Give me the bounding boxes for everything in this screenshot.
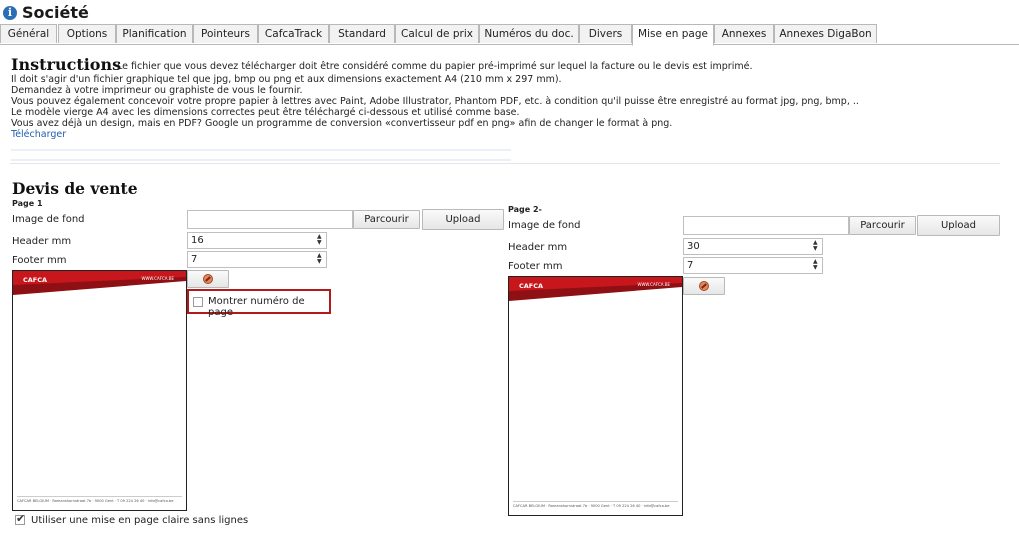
letterhead-footer-rule xyxy=(513,501,678,502)
section-title: Devis de vente xyxy=(12,179,138,198)
tab-bar: Général Options Planification Pointeurs … xyxy=(0,24,1019,46)
page2-header-stepper[interactable]: 30 ▲ ▼ xyxy=(683,238,823,255)
letterhead-url: WWW.CAFCA.BE xyxy=(637,282,670,287)
tab-planification[interactable]: Planification xyxy=(116,24,193,43)
download-link[interactable]: Télécharger xyxy=(11,129,66,140)
instructions-line: Vous pouvez également concevoir votre pr… xyxy=(11,96,859,107)
instructions-line: Il doit s'agir d'un fichier graphique te… xyxy=(11,74,562,85)
page1-browse-button[interactable]: Parcourir xyxy=(353,210,420,229)
letterhead-logo: CAFCA xyxy=(519,282,544,290)
page1-footer-value: 7 xyxy=(191,254,198,265)
divider xyxy=(10,163,1000,164)
page2-browse-button[interactable]: Parcourir xyxy=(849,216,916,235)
page2-background-input[interactable] xyxy=(683,216,849,235)
instructions-line: Demandez à votre imprimeur ou graphiste … xyxy=(11,85,303,96)
tab-cafcatrack[interactable]: CafcaTrack xyxy=(258,24,329,43)
page2-footer-value: 7 xyxy=(687,260,694,271)
no-entry-icon xyxy=(699,281,709,291)
spinner-arrows-icon[interactable]: ▲ ▼ xyxy=(317,234,324,246)
page-title: Société xyxy=(22,3,89,22)
tab-divers[interactable]: Divers xyxy=(579,24,632,43)
page1-background-label: Image de fond xyxy=(12,214,85,225)
show-page-number-checkbox[interactable] xyxy=(193,297,203,307)
page1-header-label: Header mm xyxy=(12,236,72,247)
page1-upload-button[interactable]: Upload xyxy=(422,209,504,230)
letterhead-logo: CAFCA xyxy=(23,276,48,284)
info-icon: i xyxy=(3,6,17,20)
page2-footer-stepper[interactable]: 7 ▲ ▼ xyxy=(683,257,823,274)
light-layout-label: Utiliser une mise en page claire sans li… xyxy=(31,515,249,526)
tab-numeros-du-doc[interactable]: Numéros du doc. xyxy=(479,24,579,43)
checkmark-icon: ✔ xyxy=(16,512,26,525)
page1-header-value: 16 xyxy=(191,235,204,246)
tab-options[interactable]: Options xyxy=(58,24,116,43)
no-entry-icon xyxy=(203,274,213,284)
ghost-text-overlay xyxy=(11,143,511,169)
instructions-line: Le modèle vierge A4 avec les dimensions … xyxy=(11,107,520,118)
spinner-arrows-icon[interactable]: ▲ ▼ xyxy=(317,253,324,265)
page1-reset-button[interactable] xyxy=(187,270,229,288)
page1-footer-label: Footer mm xyxy=(12,255,67,266)
page2-header-label: Header mm xyxy=(508,242,568,253)
spinner-arrows-icon[interactable]: ▲ ▼ xyxy=(813,240,820,252)
tab-calcul-de-prix[interactable]: Calcul de prix xyxy=(395,24,479,43)
tab-annexes-digabon[interactable]: Annexes DigaBon xyxy=(774,24,877,43)
page2-footer-label: Footer mm xyxy=(508,261,563,272)
page1-background-input[interactable] xyxy=(187,210,353,229)
page2-heading: Page 2- xyxy=(508,205,542,214)
tab-standard[interactable]: Standard xyxy=(329,24,395,43)
page2-reset-button[interactable] xyxy=(683,277,725,295)
page1-footer-stepper[interactable]: 7 ▲ ▼ xyxy=(187,251,327,268)
instructions-lead: Le fichier que vous devez télécharger do… xyxy=(117,61,753,72)
page2-upload-button[interactable]: Upload xyxy=(917,215,1000,236)
letterhead-footer: CAFCAR BELGIUM · Romanshornstraat 7b · 9… xyxy=(513,504,670,508)
page1-heading: Page 1 xyxy=(12,199,43,208)
instructions-line: Vous avez déjà un design, mais en PDF? G… xyxy=(11,118,673,129)
spinner-arrows-icon[interactable]: ▲ ▼ xyxy=(813,259,820,271)
page1-letterhead-preview: CAFCA WWW.CAFCA.BE CAFCAR BELGIUM · Roma… xyxy=(12,270,187,511)
page2-letterhead-preview: CAFCA WWW.CAFCA.BE CAFCAR BELGIUM · Roma… xyxy=(508,276,683,516)
tab-mise-en-page[interactable]: Mise en page xyxy=(632,24,714,46)
show-page-number-label: Montrer numéro de page xyxy=(208,296,305,318)
page2-background-label: Image de fond xyxy=(508,220,581,231)
light-layout-checkbox[interactable]: ✔ xyxy=(15,512,26,525)
page1-header-stepper[interactable]: 16 ▲ ▼ xyxy=(187,232,327,249)
tab-annexes[interactable]: Annexes xyxy=(714,24,774,43)
page2-header-value: 30 xyxy=(687,241,700,252)
letterhead-footer: CAFCAR BELGIUM · Romanshornstraat 7b · 9… xyxy=(17,499,174,503)
tab-pointeurs[interactable]: Pointeurs xyxy=(193,24,258,43)
tab-general[interactable]: Général xyxy=(0,24,57,43)
letterhead-url: WWW.CAFCA.BE xyxy=(141,276,174,281)
instructions-title: Instructions xyxy=(11,55,122,74)
show-page-number-highlight: Montrer numéro de page xyxy=(187,289,331,318)
letterhead-footer-rule xyxy=(17,496,182,497)
